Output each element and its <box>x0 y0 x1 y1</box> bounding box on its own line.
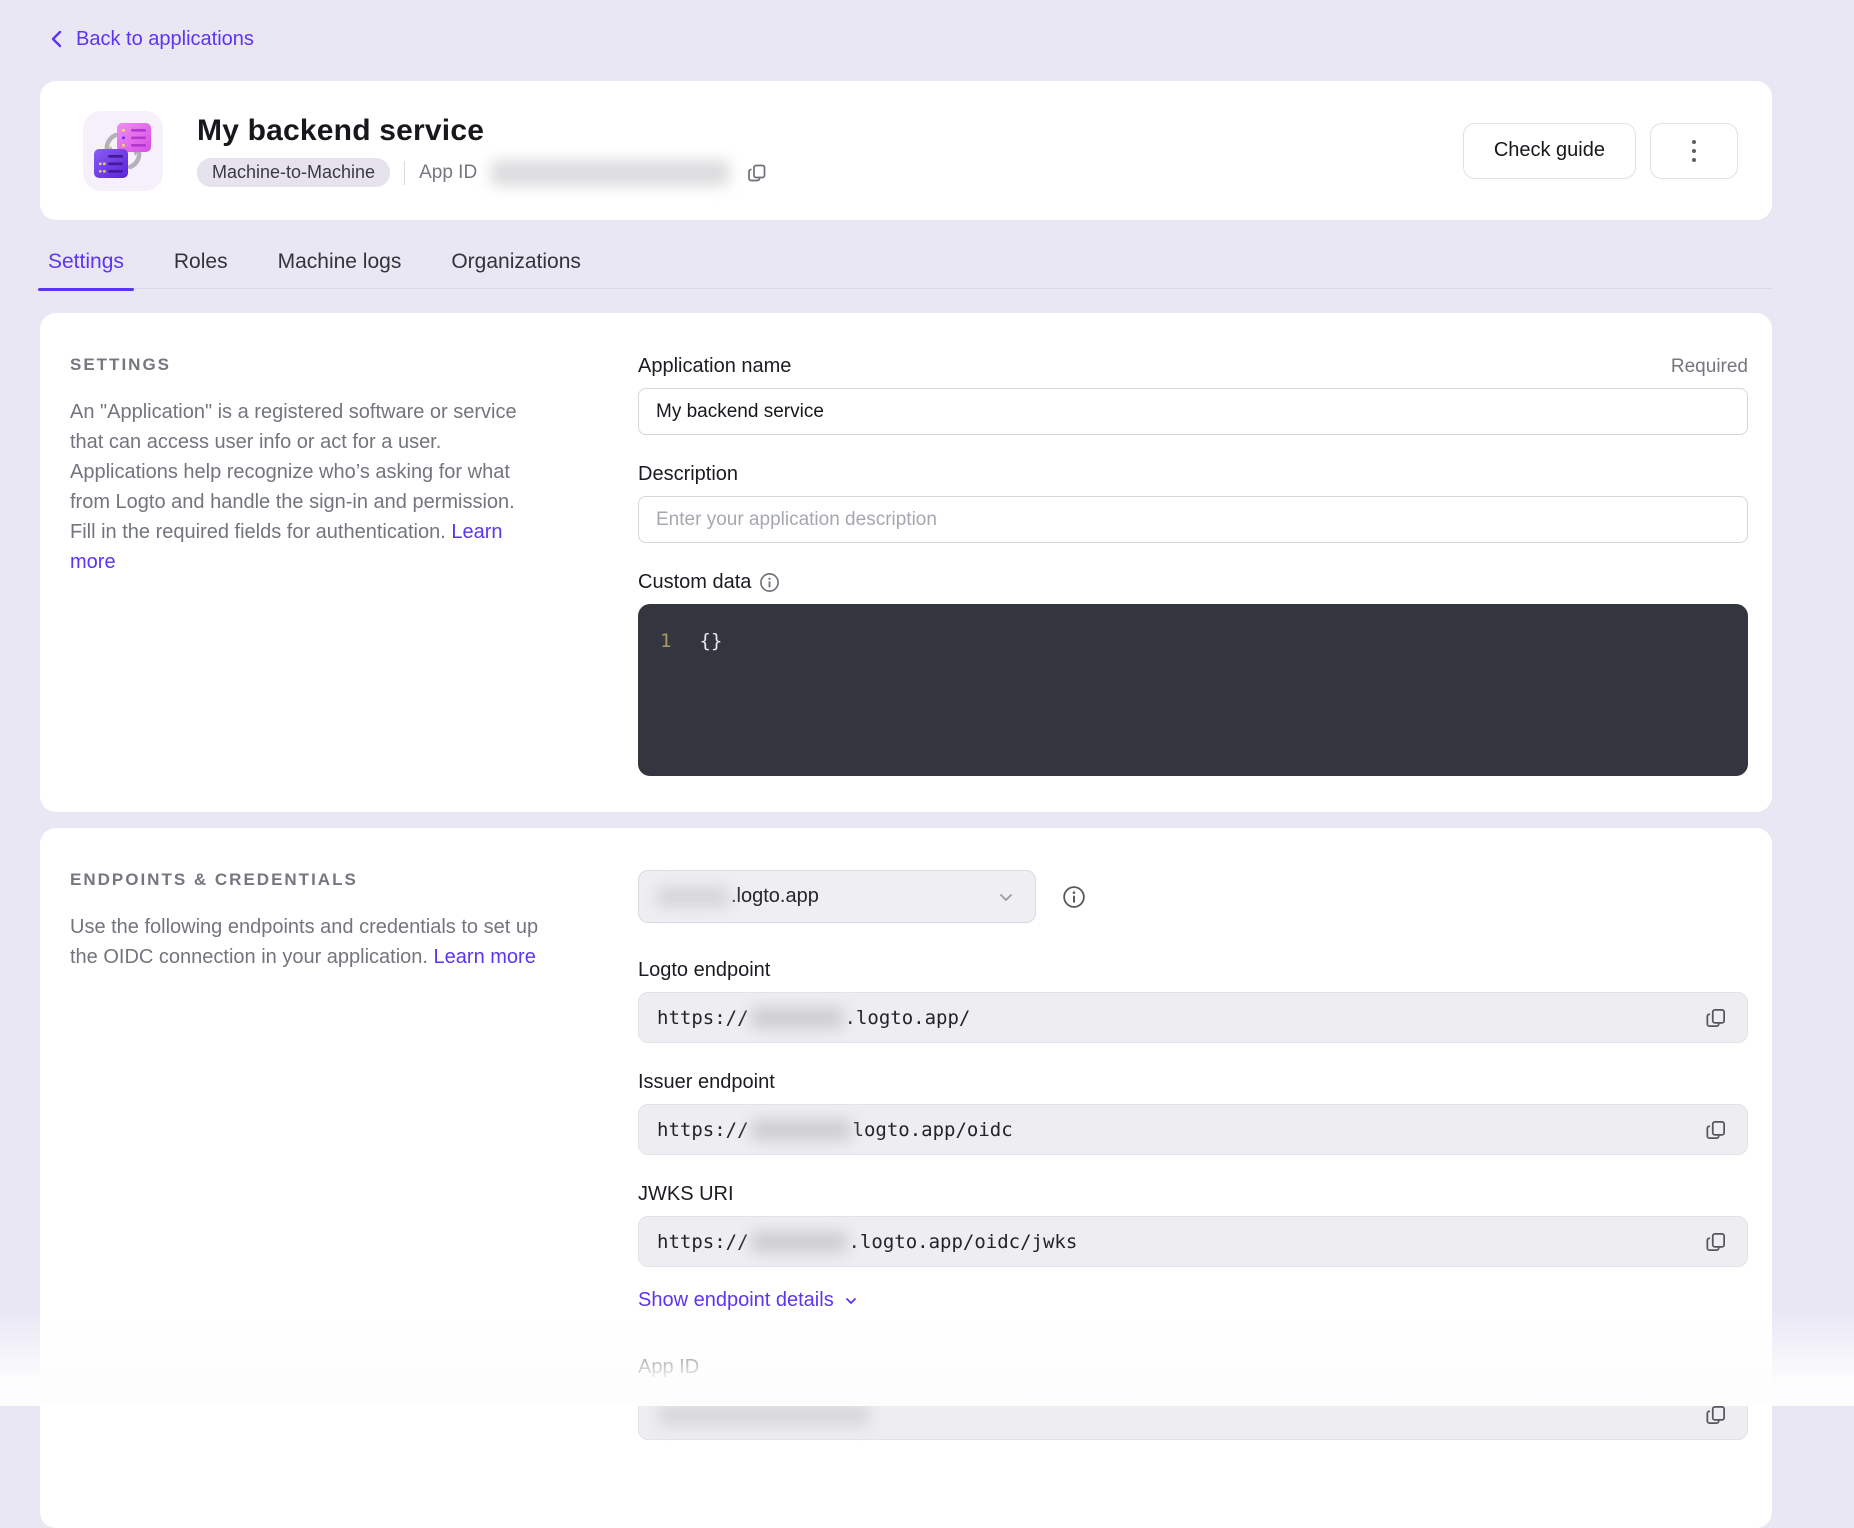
custom-data-label: Custom data <box>638 571 751 594</box>
app-type-badge: Machine-to-Machine <box>197 158 390 187</box>
redacted-tenant-id <box>751 1119 851 1141</box>
copy-icon[interactable] <box>1703 1402 1729 1428</box>
settings-section-card: SETTINGS An "Application" is a registere… <box>40 313 1772 812</box>
endpoints-section-heading: ENDPOINTS & CREDENTIALS <box>70 870 540 890</box>
copy-icon[interactable] <box>1703 1117 1729 1143</box>
app-id-value <box>638 1389 1748 1440</box>
tab-organizations[interactable]: Organizations <box>451 250 581 274</box>
tab-settings[interactable]: Settings <box>48 250 124 274</box>
tab-machine-logs[interactable]: Machine logs <box>278 250 402 274</box>
back-to-applications-link[interactable]: Back to applications <box>40 25 1772 53</box>
logto-endpoint-field: Logto endpoint https:// .logto.app/ <box>638 959 1748 1043</box>
issuer-endpoint-field: Issuer endpoint https:// logto.app/oidc <box>638 1071 1748 1155</box>
app-id-redacted-value <box>491 160 729 186</box>
settings-section-heading: SETTINGS <box>70 355 540 375</box>
app-id-field: App ID <box>638 1356 1748 1440</box>
more-actions-button[interactable] <box>1650 123 1738 179</box>
chevron-left-icon <box>48 29 66 49</box>
required-indicator: Required <box>1671 356 1748 378</box>
redacted-tenant-id <box>751 1007 843 1029</box>
logto-endpoint-label: Logto endpoint <box>638 959 770 982</box>
app-id-label: App ID <box>419 162 477 184</box>
application-header-card: My backend service Machine-to-Machine Ap… <box>40 81 1772 220</box>
info-icon[interactable] <box>759 572 780 593</box>
description-input[interactable] <box>638 496 1748 543</box>
app-id-field-label: App ID <box>638 1356 699 1379</box>
machine-to-machine-app-icon <box>83 111 163 191</box>
copy-icon[interactable] <box>745 161 769 185</box>
page-title: My backend service <box>197 114 769 148</box>
redacted-app-id <box>659 1404 869 1426</box>
custom-data-field: Custom data 1 {} <box>638 571 1748 776</box>
domain-redacted-part <box>657 886 729 908</box>
show-endpoint-details-link[interactable]: Show endpoint details <box>638 1289 1748 1312</box>
info-icon[interactable] <box>1062 885 1086 909</box>
editor-code-content: {} <box>699 630 722 652</box>
endpoints-section-card: ENDPOINTS & CREDENTIALS Use the followin… <box>40 828 1772 1528</box>
issuer-endpoint-value: https:// logto.app/oidc <box>638 1104 1748 1155</box>
redacted-tenant-id <box>751 1231 847 1253</box>
copy-icon[interactable] <box>1703 1005 1729 1031</box>
domain-select[interactable]: .logto.app <box>638 870 1036 923</box>
editor-line-number: 1 <box>660 630 671 652</box>
chevron-down-icon <box>843 1293 859 1309</box>
logto-endpoint-value: https:// .logto.app/ <box>638 992 1748 1043</box>
tab-bar: Settings Roles Machine logs Organization… <box>40 250 1772 289</box>
divider <box>404 161 405 185</box>
jwks-uri-field: JWKS URI https:// .logto.app/oidc/jwks <box>638 1183 1748 1267</box>
custom-data-code-editor[interactable]: 1 {} <box>638 604 1748 776</box>
application-name-label: Application name <box>638 355 791 378</box>
tab-roles[interactable]: Roles <box>174 250 228 274</box>
application-name-field: Application name Required <box>638 355 1748 435</box>
application-details-page: Back to applications <box>0 0 1854 1528</box>
description-field: Description <box>638 463 1748 543</box>
description-label: Description <box>638 463 738 486</box>
endpoints-learn-more-link[interactable]: Learn more <box>434 946 536 968</box>
copy-icon[interactable] <box>1703 1229 1729 1255</box>
chevron-down-icon <box>995 886 1017 908</box>
application-name-input[interactable] <box>638 388 1748 435</box>
jwks-uri-label: JWKS URI <box>638 1183 734 1206</box>
kebab-icon <box>1692 140 1696 144</box>
jwks-uri-value: https:// .logto.app/oidc/jwks <box>638 1216 1748 1267</box>
check-guide-button[interactable]: Check guide <box>1463 123 1636 179</box>
domain-select-value: .logto.app <box>731 885 819 908</box>
issuer-endpoint-label: Issuer endpoint <box>638 1071 775 1094</box>
settings-section-description: An "Application" is a registered softwar… <box>70 401 517 543</box>
back-link-label: Back to applications <box>76 28 254 51</box>
